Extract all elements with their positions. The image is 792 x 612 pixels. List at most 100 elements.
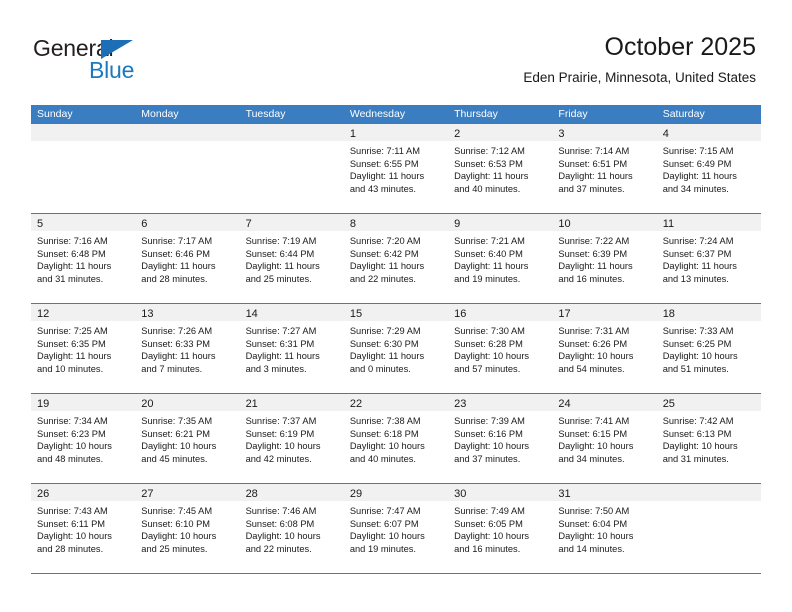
calendar-day-cell[interactable]: 27 Sunrise: 7:45 AM Sunset: 6:10 PM Dayligh… <box>135 484 240 573</box>
calendar-day-cell[interactable]: 1 Sunrise: 7:11 AM Sunset: 6:55 PM Daylight… <box>343 124 449 213</box>
day-number: 8 <box>349 218 356 230</box>
calendar-day-cell[interactable]: 8 Sunrise: 7:20 AM Sunset: 6:42 PM Daylight… <box>343 214 449 303</box>
day-number: 13 <box>141 308 154 320</box>
calendar-day-cell[interactable]: 24 Sunrise: 7:41 AM Sunset: 6:15 PM Dayligh… <box>552 394 657 483</box>
day-number-band: 19 <box>31 394 136 411</box>
calendar-day-cell[interactable]: 31 Sunrise: 7:50 AM Sunset: 6:04 PM Dayligh… <box>552 484 657 573</box>
daylight-text-line1: Daylight: 10 hours <box>141 531 217 542</box>
day-number: 30 <box>454 488 467 500</box>
calendar-day-cell[interactable]: 25 Sunrise: 7:42 AM Sunset: 6:13 PM Dayligh… <box>656 394 761 483</box>
sunset-text: Sunset: 6:31 PM <box>245 338 315 349</box>
calendar-grid: Sunday Monday Tuesday Wednesday Thursday Frid… <box>31 105 761 574</box>
sunset-text: Sunset: 6:33 PM <box>141 338 211 349</box>
calendar-day-cell[interactable]: 14 Sunrise: 7:27 AM Sunset: 6:31 PM Dayligh… <box>239 304 344 393</box>
daylight-text-line2: and 16 minutes. <box>558 273 625 284</box>
calendar-day-cell[interactable]: 21 Sunrise: 7:37 AM Sunset: 6:19 PM Dayligh… <box>239 394 344 483</box>
calendar-day-cell[interactable]: 4 Sunrise: 7:15 AM Sunset: 6:49 PM Daylight… <box>656 124 761 213</box>
daylight-text-line2: and 19 minutes. <box>454 273 521 284</box>
calendar-day-cell[interactable]: 10 Sunrise: 7:22 AM Sunset: 6:39 PM Dayligh… <box>552 214 657 303</box>
sunset-text: Sunset: 6:42 PM <box>349 248 419 259</box>
sunrise-text: Sunrise: 7:26 AM <box>141 326 213 336</box>
day-number: 27 <box>141 488 154 500</box>
daylight-text-line1: Daylight: 11 hours <box>141 261 216 272</box>
daylight-text-line1: Daylight: 10 hours <box>349 441 425 452</box>
day-number-band: 7 <box>239 214 344 231</box>
calendar-day-cell-empty <box>31 124 136 213</box>
calendar-day-cell[interactable]: 23 Sunrise: 7:39 AM Sunset: 6:16 PM Dayligh… <box>448 394 553 483</box>
daylight-text-line2: and 13 minutes. <box>662 273 729 284</box>
daylight-text-line2: and 42 minutes. <box>245 453 312 464</box>
day-details: Sunrise: 7:16 AM Sunset: 6:48 PM Daylight:… <box>31 231 135 285</box>
day-details: Sunrise: 7:47 AM Sunset: 6:07 PM Daylight:… <box>344 501 448 555</box>
calendar-day-cell[interactable]: 13 Sunrise: 7:26 AM Sunset: 6:33 PM Dayligh… <box>135 304 240 393</box>
calendar-day-cell[interactable]: 15 Sunrise: 7:29 AM Sunset: 6:30 PM Dayligh… <box>343 304 449 393</box>
calendar-day-cell[interactable]: 17 Sunrise: 7:31 AM Sunset: 6:26 PM Dayligh… <box>552 304 657 393</box>
day-details: Sunrise: 7:17 AM Sunset: 6:46 PM Daylight:… <box>135 231 239 285</box>
daylight-text-line2: and 57 minutes. <box>454 363 521 374</box>
sunrise-text: Sunrise: 7:16 AM <box>37 236 108 246</box>
calendar-day-cell[interactable]: 12 Sunrise: 7:25 AM Sunset: 6:35 PM Dayligh… <box>31 304 136 393</box>
daylight-text-line1: Daylight: 11 hours <box>245 261 320 272</box>
sunrise-text: Sunrise: 7:15 AM <box>662 146 734 156</box>
day-number-band: 22 <box>343 394 449 411</box>
daylight-text-line2: and 34 minutes. <box>662 183 729 194</box>
calendar-week-row: 1 Sunrise: 7:11 AM Sunset: 6:55 PM Daylight… <box>31 124 761 214</box>
day-details: Sunrise: 7:43 AM Sunset: 6:11 PM Daylight:… <box>31 501 135 555</box>
sunset-text: Sunset: 6:46 PM <box>141 248 211 259</box>
calendar-page: General Blue October 2025 Eden Prairie, … <box>0 0 792 612</box>
day-details: Sunrise: 7:33 AM Sunset: 6:25 PM Daylight:… <box>657 321 761 375</box>
calendar-day-cell[interactable]: 20 Sunrise: 7:35 AM Sunset: 6:21 PM Dayligh… <box>135 394 240 483</box>
sunrise-text: Sunrise: 7:47 AM <box>349 506 421 516</box>
sunset-text: Sunset: 6:08 PM <box>245 518 315 529</box>
calendar-day-cell[interactable]: 5 Sunrise: 7:16 AM Sunset: 6:48 PM Daylight… <box>31 214 136 303</box>
day-details: Sunrise: 7:29 AM Sunset: 6:30 PM Daylight:… <box>344 321 448 375</box>
calendar-day-cell[interactable]: 29 Sunrise: 7:47 AM Sunset: 6:07 PM Dayligh… <box>343 484 449 573</box>
day-number-band: 6 <box>135 214 240 231</box>
calendar-day-cell[interactable]: 6 Sunrise: 7:17 AM Sunset: 6:46 PM Daylight… <box>135 214 240 303</box>
calendar-day-cell[interactable]: 19 Sunrise: 7:34 AM Sunset: 6:23 PM Dayligh… <box>31 394 136 483</box>
page-header: General Blue October 2025 Eden Prairie, … <box>0 0 792 98</box>
sunrise-text: Sunrise: 7:34 AM <box>37 416 108 426</box>
weekday-header-thursday: Thursday <box>454 108 498 120</box>
calendar-day-cell[interactable]: 18 Sunrise: 7:33 AM Sunset: 6:25 PM Dayligh… <box>656 304 761 393</box>
calendar-day-cell[interactable]: 2 Sunrise: 7:12 AM Sunset: 6:53 PM Daylight… <box>448 124 553 213</box>
daylight-text-line2: and 51 minutes. <box>662 363 729 374</box>
sunset-text: Sunset: 6:15 PM <box>558 428 628 439</box>
calendar-day-cell[interactable]: 11 Sunrise: 7:24 AM Sunset: 6:37 PM Dayligh… <box>656 214 761 303</box>
day-details: Sunrise: 7:22 AM Sunset: 6:39 PM Daylight:… <box>552 231 656 285</box>
brand-name-blue: Blue <box>89 57 135 83</box>
calendar-day-cell[interactable]: 7 Sunrise: 7:19 AM Sunset: 6:44 PM Daylight… <box>239 214 344 303</box>
calendar-day-cell[interactable]: 9 Sunrise: 7:21 AM Sunset: 6:40 PM Daylight… <box>448 214 553 303</box>
day-number: 16 <box>454 308 467 320</box>
daylight-text-line2: and 14 minutes. <box>558 543 625 554</box>
day-number: 9 <box>454 218 461 230</box>
calendar-day-cell[interactable]: 16 Sunrise: 7:30 AM Sunset: 6:28 PM Dayligh… <box>448 304 553 393</box>
daylight-text-line2: and 54 minutes. <box>558 363 625 374</box>
day-number: 4 <box>662 128 669 140</box>
sunset-text: Sunset: 6:39 PM <box>558 248 628 259</box>
calendar-day-cell[interactable]: 26 Sunrise: 7:43 AM Sunset: 6:11 PM Dayligh… <box>31 484 136 573</box>
calendar-day-cell[interactable]: 3 Sunrise: 7:14 AM Sunset: 6:51 PM Daylight… <box>552 124 657 213</box>
calendar-day-cell[interactable]: 28 Sunrise: 7:46 AM Sunset: 6:08 PM Dayligh… <box>239 484 344 573</box>
day-number: 21 <box>245 398 258 410</box>
day-number-band: 8 <box>343 214 449 231</box>
sunset-text: Sunset: 6:44 PM <box>245 248 315 259</box>
sunset-text: Sunset: 6:48 PM <box>37 248 106 259</box>
daylight-text-line2: and 43 minutes. <box>349 183 416 194</box>
calendar-day-cell[interactable]: 22 Sunrise: 7:38 AM Sunset: 6:18 PM Dayligh… <box>343 394 449 483</box>
calendar-day-cell[interactable]: 30 Sunrise: 7:49 AM Sunset: 6:05 PM Dayligh… <box>448 484 553 573</box>
day-number: 18 <box>662 308 675 320</box>
day-details: Sunrise: 7:26 AM Sunset: 6:33 PM Daylight:… <box>135 321 239 375</box>
daylight-text-line1: Daylight: 11 hours <box>454 171 529 182</box>
brand-logo[interactable]: General Blue <box>33 36 253 88</box>
sunset-text: Sunset: 6:11 PM <box>37 518 106 529</box>
sunset-text: Sunset: 6:18 PM <box>349 428 419 439</box>
sunrise-text: Sunrise: 7:43 AM <box>37 506 108 516</box>
sunrise-text: Sunrise: 7:50 AM <box>558 506 630 516</box>
calendar-weeks: 1 Sunrise: 7:11 AM Sunset: 6:55 PM Daylight… <box>31 124 761 574</box>
day-number-band: 25 <box>656 394 761 411</box>
day-details: Sunrise: 7:34 AM Sunset: 6:23 PM Daylight:… <box>31 411 135 465</box>
daylight-text-line1: Daylight: 10 hours <box>349 531 425 542</box>
day-number: 15 <box>349 308 363 320</box>
sunset-text: Sunset: 6:37 PM <box>662 248 732 259</box>
